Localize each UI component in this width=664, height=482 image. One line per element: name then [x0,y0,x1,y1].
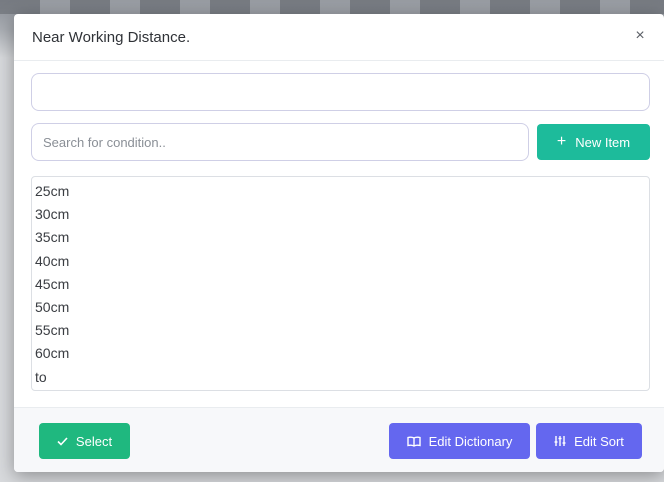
list-item[interactable]: 40cm [35,250,649,273]
close-icon[interactable]: × [630,26,650,46]
modal-title: Near Working Distance. [32,28,191,46]
dictionary-modal: Near Working Distance. × + New Item 25cm… [14,14,664,472]
background-toolbar [0,0,664,14]
list-item[interactable]: 55cm [35,319,649,342]
list-item[interactable]: 25cm [35,180,649,203]
value-input[interactable] [31,73,650,111]
list-item[interactable]: 30cm [35,203,649,226]
item-list[interactable]: 25cm 30cm 35cm 40cm 45cm 50cm 55cm 60cm to [31,176,650,391]
list-item[interactable]: to [35,366,649,389]
sort-icon [554,436,566,446]
search-row: + New Item [31,123,650,161]
book-icon [406,435,421,447]
modal-header: Near Working Distance. × [14,14,664,61]
list-item[interactable]: 45cm [35,273,649,296]
plus-icon: + [556,133,567,150]
modal-body: + New Item 25cm30cm35cm40cm45cm50cm55cm6… [14,61,664,407]
new-item-button[interactable]: + New Item [537,124,650,160]
list-item[interactable]: 35cm [35,226,649,249]
check-icon [57,436,68,446]
search-input[interactable] [31,123,529,161]
modal-footer: Select Edit Dictionary Edit Sort [14,407,664,472]
edit-dictionary-button[interactable]: Edit Dictionary [389,423,530,459]
list-item[interactable]: 50cm [35,296,649,319]
select-button[interactable]: Select [39,423,130,459]
edit-sort-label: Edit Sort [574,433,624,449]
new-item-label: New Item [575,134,631,150]
edit-dictionary-label: Edit Dictionary [428,433,513,449]
select-label: Select [75,433,113,449]
list-item[interactable]: 60cm [35,342,649,365]
edit-sort-button[interactable]: Edit Sort [536,423,642,459]
